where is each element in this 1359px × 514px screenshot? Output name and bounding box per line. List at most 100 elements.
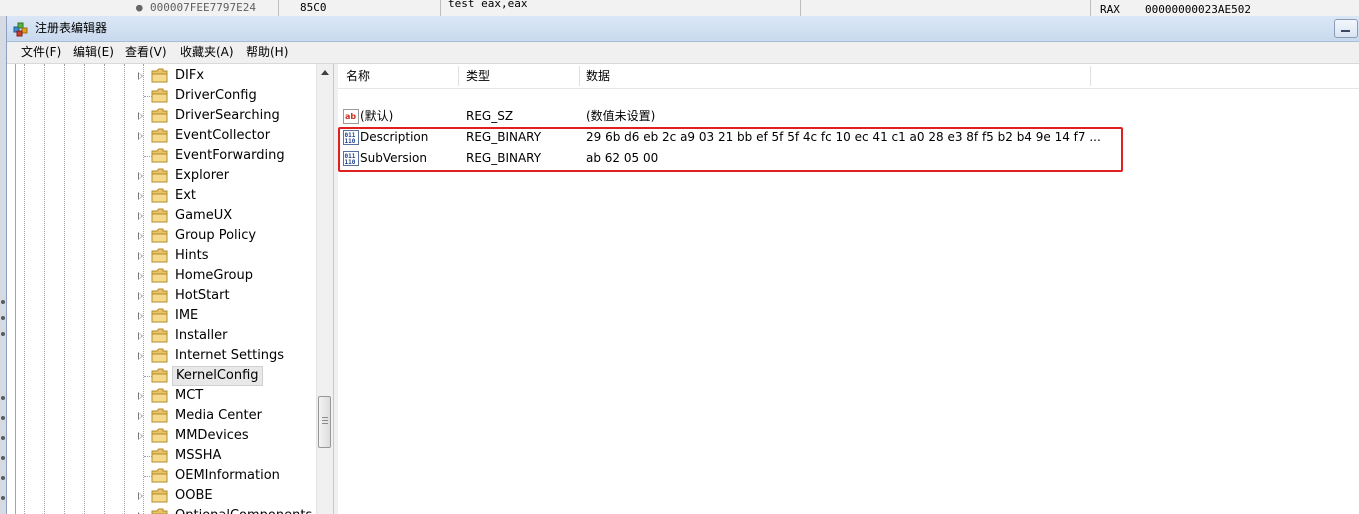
tree-item-homegroup[interactable]: HomeGroup	[16, 266, 317, 286]
svg-text:ab: ab	[345, 112, 356, 121]
value-data: (数值未设置)	[586, 109, 656, 123]
expand-arrow-icon[interactable]	[138, 232, 143, 240]
scrollbar-thumb[interactable]	[318, 396, 331, 448]
folder-icon	[151, 368, 168, 383]
folder-icon	[151, 168, 168, 183]
tree-item-label: MMDevices	[175, 428, 249, 443]
expand-arrow-icon[interactable]	[138, 492, 143, 500]
expand-arrow-icon[interactable]	[138, 272, 143, 280]
tree-item-internet-settings[interactable]: Internet Settings	[16, 346, 317, 366]
value-type: REG_SZ	[466, 109, 514, 123]
bg-bytes: 85C0	[300, 1, 327, 14]
tree-item-label: OEMInformation	[175, 468, 280, 483]
tree-item-optionalcomponents[interactable]: OptionalComponents	[16, 506, 317, 514]
folder-icon	[151, 308, 168, 323]
column-data[interactable]: 数据	[586, 64, 610, 88]
tree-item-installer[interactable]: Installer	[16, 326, 317, 346]
tree-item-label: Ext	[175, 188, 197, 203]
expand-arrow-icon[interactable]	[138, 172, 143, 180]
expand-arrow-icon[interactable]	[138, 112, 143, 120]
tree-item-group-policy[interactable]: Group Policy	[16, 226, 317, 246]
scroll-up-arrow-icon[interactable]	[321, 70, 329, 75]
bg-register-name: RAX	[1100, 3, 1120, 16]
title-bar[interactable]: 注册表编辑器	[7, 16, 1359, 42]
tree-item-label: MSSHA	[175, 448, 222, 463]
expand-arrow-icon[interactable]	[138, 292, 143, 300]
expand-arrow-icon[interactable]	[138, 412, 143, 420]
folder-icon	[151, 228, 168, 243]
folder-icon	[151, 388, 168, 403]
menu-edit[interactable]: 编辑(E)	[71, 42, 116, 63]
registry-key-tree[interactable]: DIFx DriverConfig DriverSearching EventColl…	[15, 64, 317, 514]
tree-item-mmdevices[interactable]: MMDevices	[16, 426, 317, 446]
tree-item-label: Explorer	[175, 168, 230, 183]
tree-item-oeminformation[interactable]: OEMInformation	[16, 466, 317, 486]
tree-item-mssha[interactable]: MSSHA	[16, 446, 317, 466]
value-row-default[interactable]: ab (默认) REG_SZ (数值未设置)	[338, 106, 1359, 127]
folder-icon	[151, 288, 168, 303]
tree-item-gameux[interactable]: GameUX	[16, 206, 317, 226]
tree-item-hotstart[interactable]: HotStart	[16, 286, 317, 306]
tree-item-label: KernelConfig	[172, 366, 263, 386]
bg-address: 000007FEE7797E24	[150, 1, 256, 14]
tree-item-kernelconfig[interactable]: KernelConfig	[16, 366, 317, 386]
folder-icon	[151, 348, 168, 363]
value-name: (默认)	[360, 109, 394, 123]
tree-item-oobe[interactable]: OOBE	[16, 486, 317, 506]
breakpoint-dot: ●	[136, 1, 143, 14]
tree-item-mct[interactable]: MCT	[16, 386, 317, 406]
menu-favorites[interactable]: 收藏夹(A)	[178, 42, 236, 63]
expand-arrow-icon[interactable]	[138, 432, 143, 440]
registry-values-list: 名称 类型 数据 ab (默认) REG_SZ (数值未设置) 011 110 …	[338, 64, 1359, 514]
folder-icon	[151, 128, 168, 143]
expand-arrow-icon[interactable]	[138, 392, 143, 400]
tree-item-explorer[interactable]: Explorer	[16, 166, 317, 186]
expand-arrow-icon[interactable]	[138, 132, 143, 140]
tree-item-label: Installer	[175, 328, 228, 343]
menu-view[interactable]: 查看(V)	[123, 42, 169, 63]
expand-arrow-icon[interactable]	[138, 352, 143, 360]
tree-item-label: DIFx	[175, 68, 205, 83]
folder-icon	[151, 188, 168, 203]
menu-help[interactable]: 帮助(H)	[244, 42, 290, 63]
tree-item-label: Internet Settings	[175, 348, 285, 363]
tree-item-label: IME	[175, 308, 199, 323]
expand-arrow-icon[interactable]	[138, 252, 143, 260]
tree-item-media-center[interactable]: Media Center	[16, 406, 317, 426]
folder-icon	[151, 88, 168, 103]
expand-arrow-icon[interactable]	[138, 332, 143, 340]
background-debugger-strip: ● 000007FEE7797E24 85C0 test eax,eax RAX…	[0, 0, 1359, 17]
tree-item-driversearching[interactable]: DriverSearching	[16, 106, 317, 126]
expand-arrow-icon[interactable]	[138, 72, 143, 80]
folder-icon	[151, 488, 168, 503]
tree-item-eventforwarding[interactable]: EventForwarding	[16, 146, 317, 166]
tree-item-driverconfig[interactable]: DriverConfig	[16, 86, 317, 106]
folder-icon	[151, 328, 168, 343]
string-value-icon: ab	[343, 109, 359, 124]
tree-item-eventcollector[interactable]: EventCollector	[16, 126, 317, 146]
column-name[interactable]: 名称	[346, 64, 370, 88]
menu-file[interactable]: 文件(F)	[19, 42, 63, 63]
column-header: 名称 类型 数据	[338, 64, 1359, 89]
expand-arrow-icon[interactable]	[138, 212, 143, 220]
expand-arrow-icon[interactable]	[138, 312, 143, 320]
registry-editor-window: 注册表编辑器 文件(F) 编辑(E) 查看(V) 收藏夹(A) 帮助(H) DI…	[6, 16, 1359, 514]
bg-register-value: 00000000023AE502	[1145, 3, 1251, 16]
folder-icon	[151, 408, 168, 423]
folder-icon	[151, 268, 168, 283]
folder-icon	[151, 448, 168, 463]
expand-arrow-icon[interactable]	[138, 192, 143, 200]
tree-item-label: GameUX	[175, 208, 233, 223]
column-type[interactable]: 类型	[466, 64, 490, 88]
folder-icon	[151, 468, 168, 483]
tree-item-label: EventCollector	[175, 128, 271, 143]
tree-item-hints[interactable]: Hints	[16, 246, 317, 266]
tree-scrollbar[interactable]	[316, 64, 333, 514]
tree-item-ext[interactable]: Ext	[16, 186, 317, 206]
tree-item-ime[interactable]: IME	[16, 306, 317, 326]
highlight-annotation-box	[338, 127, 1123, 172]
tree-item-difx[interactable]: DIFx	[16, 66, 317, 86]
minimize-button[interactable]	[1334, 19, 1358, 38]
tree-item-label: HotStart	[175, 288, 230, 303]
minimize-icon	[1341, 30, 1350, 32]
